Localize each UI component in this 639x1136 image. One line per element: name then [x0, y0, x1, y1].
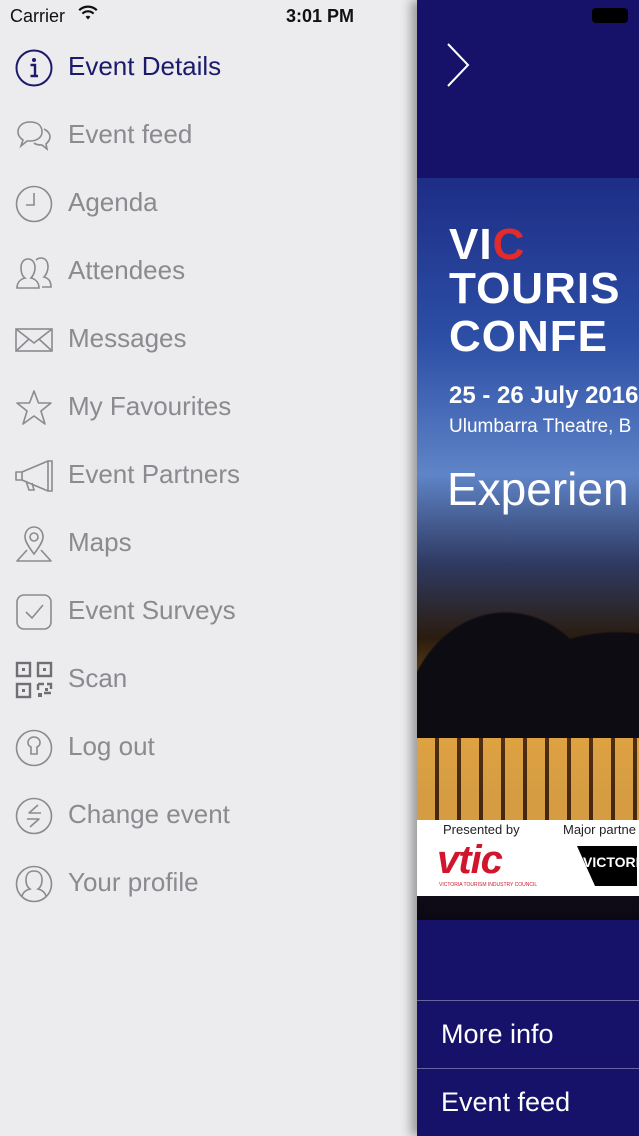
sponsor-strip: Presented by Major partne vtic VICTORIA …: [417, 820, 639, 896]
menu-item-label: Event feed: [68, 119, 193, 149]
banner-trees: [417, 578, 639, 738]
more-info-link[interactable]: More info: [417, 1000, 639, 1068]
menu-item-agenda[interactable]: Agenda: [0, 170, 417, 238]
banner-tagline: Experien: [447, 463, 629, 515]
banner-title-line1: TOURIS: [449, 264, 621, 313]
menu-item-label: Event Surveys: [68, 595, 236, 625]
menu-item-change-event[interactable]: Change event: [0, 782, 417, 850]
menu-item-my-favourites[interactable]: My Favourites: [0, 374, 417, 442]
victoria-logo-text: VICTORI: [583, 854, 639, 870]
battery-icon: [592, 8, 628, 23]
keyhole-icon: [14, 728, 54, 768]
menu-item-your-profile[interactable]: Your profile: [0, 850, 417, 918]
side-menu: Event Details Event feed Agenda Attendee…: [0, 34, 417, 1136]
menu-item-messages[interactable]: Messages: [0, 306, 417, 374]
more-info-label: More info: [441, 1019, 554, 1049]
banner-venue: Ulumbarra Theatre, B: [449, 416, 632, 437]
qr-code-icon: [14, 660, 54, 700]
status-time: 3:01 PM: [286, 6, 355, 26]
menu-item-label: Messages: [68, 323, 187, 353]
logo-arrow-c: C: [492, 220, 526, 269]
banner-title-line2: CONFE: [449, 312, 608, 361]
people-icon: [14, 252, 54, 292]
menu-item-label: My Favourites: [68, 391, 232, 421]
megaphone-icon: [14, 456, 54, 496]
chat-bubbles-icon: [14, 116, 54, 156]
info-icon: [14, 48, 54, 88]
status-bar: Carrier 3:01 PM: [0, 0, 639, 34]
menu-item-label: Event Details: [68, 51, 222, 81]
user-icon: [14, 864, 54, 904]
major-partner-label: Major partne: [563, 822, 636, 837]
carrier-label: Carrier: [10, 6, 66, 26]
event-feed-label: Event feed: [441, 1087, 571, 1117]
star-icon: [14, 388, 54, 428]
banner-logo: VIC: [449, 220, 526, 269]
menu-item-event-surveys[interactable]: Event Surveys: [0, 578, 417, 646]
menu-item-event-details[interactable]: Event Details: [0, 34, 417, 102]
menu-item-label: Attendees: [68, 255, 186, 285]
menu-item-label: Event Partners: [68, 459, 240, 489]
envelope-icon: [14, 320, 54, 360]
event-banner[interactable]: VIC TOURIS CONFE 25 - 26 July 2016 Ulumb…: [417, 178, 639, 920]
event-panel: VIC TOURIS CONFE 25 - 26 July 2016 Ulumb…: [417, 0, 639, 1136]
menu-item-label: Log out: [68, 731, 155, 761]
menu-item-label: Scan: [68, 663, 128, 693]
menu-item-event-feed[interactable]: Event feed: [0, 102, 417, 170]
menu-item-scan[interactable]: Scan: [0, 646, 417, 714]
menu-item-attendees[interactable]: Attendees: [0, 238, 417, 306]
menu-item-maps[interactable]: Maps: [0, 510, 417, 578]
vtic-logo-subtitle: VICTORIA TOURISM INDUSTRY COUNCIL: [439, 882, 538, 888]
wifi-icon: [78, 5, 98, 26]
menu-item-label: Agenda: [68, 187, 158, 217]
vtic-logo: vtic: [437, 838, 503, 882]
menu-item-event-partners[interactable]: Event Partners: [0, 442, 417, 510]
banner-date: 25 - 26 July 2016: [449, 382, 639, 409]
map-pin-icon: [14, 524, 54, 564]
clock-icon: [14, 184, 54, 224]
menu-item-label: Change event: [68, 799, 230, 829]
menu-item-log-out[interactable]: Log out: [0, 714, 417, 782]
event-feed-link[interactable]: Event feed: [417, 1068, 639, 1136]
swap-arrows-icon: [14, 796, 54, 836]
presented-by-label: Presented by: [443, 822, 520, 837]
chevron-right-icon[interactable]: [445, 42, 471, 93]
menu-item-label: Your profile: [68, 867, 199, 897]
menu-item-label: Maps: [68, 527, 132, 557]
checkbox-icon: [14, 592, 54, 632]
